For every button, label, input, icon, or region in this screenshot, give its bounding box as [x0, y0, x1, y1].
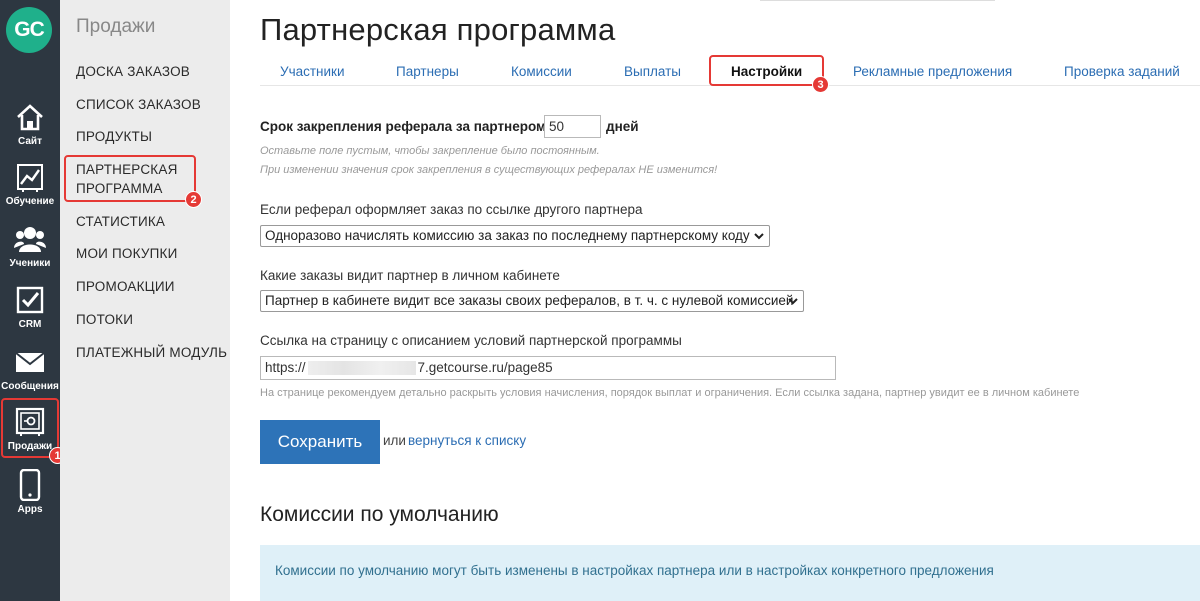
submenu-item-my-purchases[interactable]: МОИ ПОКУПКИ [76, 244, 177, 263]
checkbox-icon [14, 283, 46, 317]
submenu-item-streams[interactable]: ПОТОКИ [76, 310, 133, 329]
envelope-icon [14, 345, 46, 379]
referral-term-input[interactable] [544, 115, 601, 138]
nav-apps-label: Apps [17, 504, 43, 515]
default-commissions-info-text: Комиссии по умолчанию могут быть изменен… [275, 563, 994, 578]
highlight-frame-settings-tab [709, 55, 824, 86]
submenu-item-statistics[interactable]: СТАТИСТИКА [76, 212, 165, 231]
back-to-list-link[interactable]: вернуться к списку [408, 433, 526, 448]
nav-site-button[interactable]: Сайт [0, 100, 60, 162]
visible-orders-select[interactable]: Партнер в кабинете видит все заказы свои… [260, 290, 804, 312]
highlight-frame-affiliate [64, 155, 196, 202]
app-root: GC Сайт Обучение Ученики CRM Сообщения П… [0, 0, 1200, 601]
top-divider [760, 0, 995, 1]
other-partner-select-value: Одноразово начислять комиссию за заказ п… [265, 228, 750, 243]
step-badge-3: 3 [812, 76, 829, 93]
nav-learning-button[interactable]: Обучение [0, 160, 60, 222]
chart-icon [14, 160, 46, 194]
submenu-title: Продажи [76, 16, 156, 37]
sales-submenu: Продажи ДОСКА ЗАКАЗОВ СПИСОК ЗАКАЗОВ ПРО… [60, 0, 230, 601]
other-partner-select[interactable]: Одноразово начислять комиссию за заказ п… [260, 225, 770, 247]
submenu-item-promotions[interactable]: ПРОМОАКЦИИ [76, 277, 175, 296]
redacted-text [307, 361, 416, 376]
chevron-down-icon [787, 294, 799, 308]
save-button[interactable]: Сохранить [260, 420, 380, 464]
tab-ad-offers[interactable]: Рекламные предложения [853, 64, 1012, 79]
logo[interactable]: GC [6, 7, 52, 53]
tab-payouts[interactable]: Выплаты [624, 64, 681, 79]
tab-task-review[interactable]: Проверка заданий [1064, 64, 1180, 79]
submenu-item-order-board[interactable]: ДОСКА ЗАКАЗОВ [76, 62, 190, 81]
nav-crm-label: CRM [18, 319, 42, 330]
tab-participants[interactable]: Участники [280, 64, 345, 79]
tab-commissions[interactable]: Комиссии [511, 64, 572, 79]
terms-link-label: Ссылка на страницу с описанием условий п… [260, 333, 682, 348]
nav-apps-button[interactable]: Apps [0, 468, 60, 530]
other-partner-label: Если реферал оформляет заказ по ссылке д… [260, 202, 643, 217]
referral-term-label: Срок закрепления реферала за партнером [260, 119, 547, 134]
visible-orders-select-value: Партнер в кабинете видит все заказы свои… [265, 293, 794, 308]
referral-term-hint-1: Оставьте поле пустым, чтобы закрепление … [260, 145, 600, 157]
terms-link-hint: На странице рекомендуем детально раскрыт… [260, 387, 1080, 399]
page-title: Партнерская программа [260, 12, 616, 47]
visible-orders-label: Какие заказы видит партнер в личном каби… [260, 268, 560, 283]
default-commissions-info-box: Комиссии по умолчанию могут быть изменен… [260, 545, 1200, 601]
default-commissions-title: Комиссии по умолчанию [260, 503, 499, 526]
chevron-down-icon [753, 229, 765, 243]
or-text: или [383, 433, 406, 448]
submenu-item-order-list[interactable]: СПИСОК ЗАКАЗОВ [76, 95, 201, 114]
step-badge-2: 2 [185, 191, 202, 208]
main-nav-bar: GC Сайт Обучение Ученики CRM Сообщения П… [0, 0, 60, 601]
nav-students-button[interactable]: Ученики [0, 222, 60, 284]
tab-partners[interactable]: Партнеры [396, 64, 459, 79]
home-icon [14, 100, 46, 134]
referral-term-hint-2: При изменении значения срок закрепления … [260, 164, 718, 176]
nav-learning-label: Обучение [5, 196, 55, 207]
submenu-item-products[interactable]: ПРОДУКТЫ [76, 127, 152, 146]
terms-link-prefix: https:// [265, 360, 306, 375]
nav-students-label: Ученики [9, 258, 51, 269]
terms-link-input[interactable]: https:// 7.getcourse.ru/page85 [260, 356, 836, 380]
referral-term-unit: дней [606, 119, 639, 134]
submenu-item-payment-module[interactable]: ПЛАТЕЖНЫЙ МОДУЛЬ [76, 343, 227, 362]
nav-site-label: Сайт [18, 136, 42, 147]
nav-messages-label: Сообщения [1, 381, 59, 392]
nav-crm-button[interactable]: CRM [0, 283, 60, 345]
users-icon [14, 222, 46, 256]
terms-link-suffix: 7.getcourse.ru/page85 [417, 360, 553, 375]
phone-icon [14, 468, 46, 502]
